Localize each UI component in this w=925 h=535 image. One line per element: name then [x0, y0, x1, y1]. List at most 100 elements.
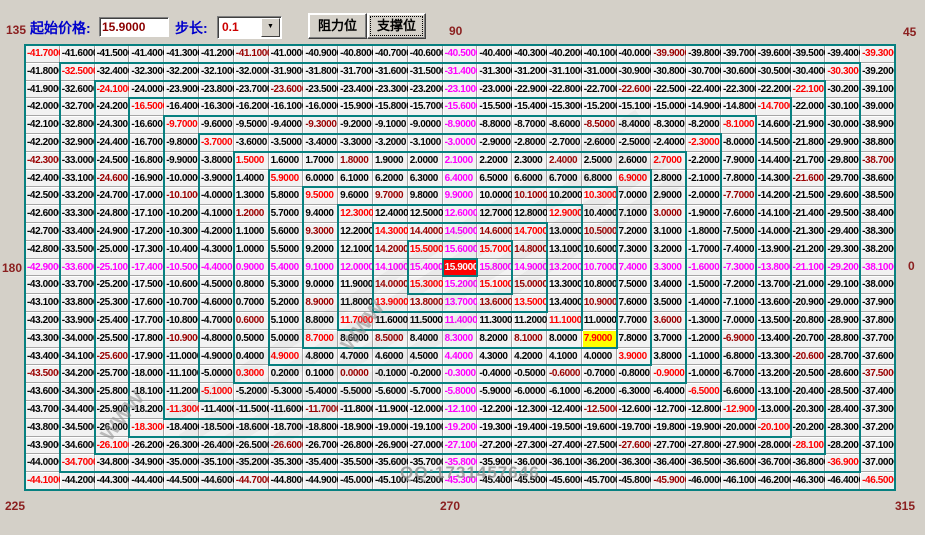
- price-cell[interactable]: -6.1000: [547, 383, 582, 401]
- price-cell[interactable]: -39.8000: [686, 45, 721, 63]
- price-cell[interactable]: -13.2000: [756, 365, 791, 383]
- price-cell[interactable]: -19.6000: [582, 419, 617, 437]
- price-cell[interactable]: -22.9000: [512, 81, 547, 99]
- price-cell[interactable]: -16.6000: [129, 116, 164, 134]
- price-cell[interactable]: 0.3000: [234, 365, 269, 383]
- price-cell[interactable]: -3.7000: [199, 134, 234, 152]
- price-cell[interactable]: -12.5000: [582, 401, 617, 419]
- price-cell[interactable]: -17.1000: [129, 205, 164, 223]
- price-cell[interactable]: -22.6000: [617, 81, 652, 99]
- price-cell[interactable]: -36.7000: [756, 454, 791, 472]
- price-cell[interactable]: -40.4000: [477, 45, 512, 63]
- price-cell[interactable]: -12.1000: [443, 401, 478, 419]
- price-cell[interactable]: -12.7000: [651, 401, 686, 419]
- price-cell[interactable]: 5.5000: [269, 241, 304, 259]
- price-cell[interactable]: -41.8000: [25, 63, 60, 81]
- price-cell[interactable]: -10.5000: [164, 259, 199, 277]
- price-cell[interactable]: -30.7000: [686, 63, 721, 81]
- price-cell[interactable]: -17.5000: [129, 276, 164, 294]
- price-cell[interactable]: -2.0000: [686, 187, 721, 205]
- price-cell[interactable]: -4.1000: [199, 205, 234, 223]
- price-cell[interactable]: -25.7000: [95, 365, 130, 383]
- price-cell[interactable]: 4.9000: [269, 348, 304, 366]
- price-cell[interactable]: 3.6000: [651, 312, 686, 330]
- price-cell[interactable]: -30.3000: [825, 63, 860, 81]
- price-cell[interactable]: -16.5000: [129, 98, 164, 116]
- price-cell[interactable]: 1.3000: [234, 187, 269, 205]
- price-cell[interactable]: 3.7000: [651, 330, 686, 348]
- price-cell[interactable]: 13.9000: [373, 294, 408, 312]
- price-cell[interactable]: -38.2000: [860, 241, 895, 259]
- support-button[interactable]: 支撑位: [367, 13, 426, 39]
- price-cell[interactable]: -8.0000: [721, 134, 756, 152]
- price-cell[interactable]: -28.0000: [756, 437, 791, 455]
- price-cell[interactable]: 10.5000: [582, 223, 617, 241]
- price-cell[interactable]: -22.3000: [721, 81, 756, 99]
- price-cell[interactable]: 0.1000: [303, 365, 338, 383]
- price-cell[interactable]: -33.0000: [60, 152, 95, 170]
- price-cell[interactable]: -28.5000: [825, 383, 860, 401]
- price-cell[interactable]: 14.6000: [477, 223, 512, 241]
- price-cell[interactable]: -14.9000: [686, 98, 721, 116]
- price-cell[interactable]: 9.6000: [338, 187, 373, 205]
- price-cell[interactable]: -9.6000: [199, 116, 234, 134]
- price-cell[interactable]: -1.5000: [686, 276, 721, 294]
- price-cell[interactable]: -21.5000: [791, 187, 826, 205]
- price-cell[interactable]: -43.2000: [25, 312, 60, 330]
- price-cell[interactable]: 8.0000: [547, 330, 582, 348]
- price-cell[interactable]: -29.5000: [825, 205, 860, 223]
- price-cell[interactable]: -45.1000: [373, 472, 408, 490]
- price-cell[interactable]: -20.2000: [791, 419, 826, 437]
- price-cell[interactable]: -23.2000: [408, 81, 443, 99]
- price-cell[interactable]: -7.2000: [721, 276, 756, 294]
- price-cell[interactable]: -23.4000: [338, 81, 373, 99]
- price-cell[interactable]: 7.8000: [617, 330, 652, 348]
- price-cell[interactable]: -42.0000: [25, 98, 60, 116]
- price-cell[interactable]: -33.8000: [60, 294, 95, 312]
- price-cell[interactable]: -44.8000: [269, 472, 304, 490]
- price-cell[interactable]: -15.1000: [617, 98, 652, 116]
- price-cell[interactable]: -19.2000: [443, 419, 478, 437]
- price-cell[interactable]: 12.2000: [338, 223, 373, 241]
- price-cell[interactable]: -7.8000: [721, 170, 756, 188]
- price-cell[interactable]: -36.3000: [617, 454, 652, 472]
- price-cell[interactable]: -37.2000: [860, 419, 895, 437]
- price-cell[interactable]: 13.2000: [547, 259, 582, 277]
- price-cell[interactable]: -9.7000: [164, 116, 199, 134]
- price-cell[interactable]: -40.3000: [512, 45, 547, 63]
- price-cell[interactable]: 6.6000: [512, 170, 547, 188]
- price-cell[interactable]: -45.7000: [582, 472, 617, 490]
- price-cell[interactable]: -0.5000: [512, 365, 547, 383]
- price-cell[interactable]: -37.0000: [860, 454, 895, 472]
- price-cell[interactable]: -4.9000: [199, 348, 234, 366]
- price-cell[interactable]: -32.6000: [60, 81, 95, 99]
- price-cell[interactable]: -24.9000: [95, 223, 130, 241]
- price-cell[interactable]: -1.2000: [686, 330, 721, 348]
- price-cell[interactable]: -17.3000: [129, 241, 164, 259]
- price-cell[interactable]: -33.7000: [60, 276, 95, 294]
- price-cell[interactable]: -16.9000: [129, 170, 164, 188]
- center-price-cell[interactable]: 15.9000: [443, 259, 478, 277]
- price-cell[interactable]: -35.0000: [164, 454, 199, 472]
- price-cell[interactable]: -8.5000: [582, 116, 617, 134]
- price-cell[interactable]: -2.6000: [582, 134, 617, 152]
- price-cell[interactable]: 2.3000: [512, 152, 547, 170]
- price-cell[interactable]: 0.8000: [234, 276, 269, 294]
- price-cell[interactable]: -8.7000: [512, 116, 547, 134]
- price-cell[interactable]: -41.1000: [234, 45, 269, 63]
- price-cell[interactable]: 4.5000: [408, 348, 443, 366]
- price-cell[interactable]: -24.3000: [95, 116, 130, 134]
- price-cell[interactable]: -14.3000: [756, 170, 791, 188]
- price-cell[interactable]: -24.2000: [95, 98, 130, 116]
- price-cell[interactable]: -31.5000: [408, 63, 443, 81]
- price-cell[interactable]: 2.2000: [477, 152, 512, 170]
- price-cell[interactable]: 1.9000: [373, 152, 408, 170]
- selected-support-cell[interactable]: 7.9000: [582, 330, 617, 348]
- price-cell[interactable]: -23.6000: [269, 81, 304, 99]
- price-cell[interactable]: 11.5000: [408, 312, 443, 330]
- price-cell[interactable]: -10.1000: [164, 187, 199, 205]
- price-cell[interactable]: -27.9000: [721, 437, 756, 455]
- price-cell[interactable]: -8.1000: [721, 116, 756, 134]
- price-cell[interactable]: 14.0000: [373, 276, 408, 294]
- price-cell[interactable]: 3.8000: [651, 348, 686, 366]
